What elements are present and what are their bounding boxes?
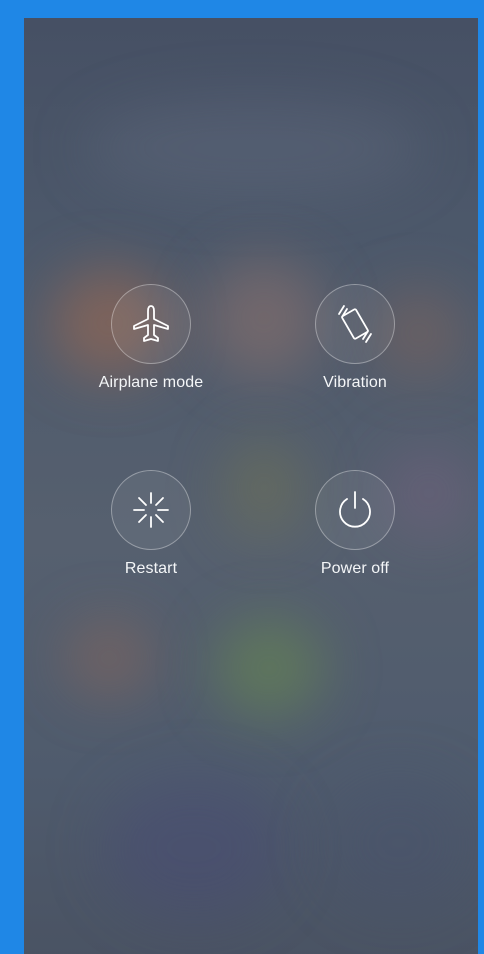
power-menu-screen: Airplane mode Vibration Restart Power of… bbox=[24, 18, 478, 954]
restart-button[interactable]: Restart bbox=[76, 470, 226, 578]
restart-icon bbox=[133, 492, 169, 528]
restart-label: Restart bbox=[124, 560, 178, 577]
power-off-circle[interactable] bbox=[315, 470, 395, 550]
airplane-icon bbox=[133, 305, 169, 342]
blurred-wallpaper-shape bbox=[64, 618, 154, 698]
airplane-mode-label: Airplane mode bbox=[98, 374, 204, 391]
blurred-wallpaper-shape bbox=[84, 98, 424, 198]
blurred-wallpaper-shape bbox=[214, 618, 324, 718]
airplane-mode-button[interactable]: Airplane mode bbox=[76, 284, 226, 392]
blurred-wallpaper-shape bbox=[104, 778, 284, 918]
vibration-label: Vibration bbox=[323, 374, 387, 391]
airplane-mode-circle[interactable] bbox=[111, 284, 191, 364]
vibration-icon bbox=[338, 305, 372, 343]
vibration-circle[interactable] bbox=[315, 284, 395, 364]
blurred-wallpaper-shape bbox=[324, 778, 474, 908]
vibration-button[interactable]: Vibration bbox=[280, 284, 430, 392]
power-off-label: Power off bbox=[320, 560, 390, 577]
power-icon bbox=[339, 491, 371, 528]
restart-circle[interactable] bbox=[111, 470, 191, 550]
device-frame: Airplane mode Vibration Restart Power of… bbox=[0, 0, 484, 954]
power-off-button[interactable]: Power off bbox=[280, 470, 430, 578]
